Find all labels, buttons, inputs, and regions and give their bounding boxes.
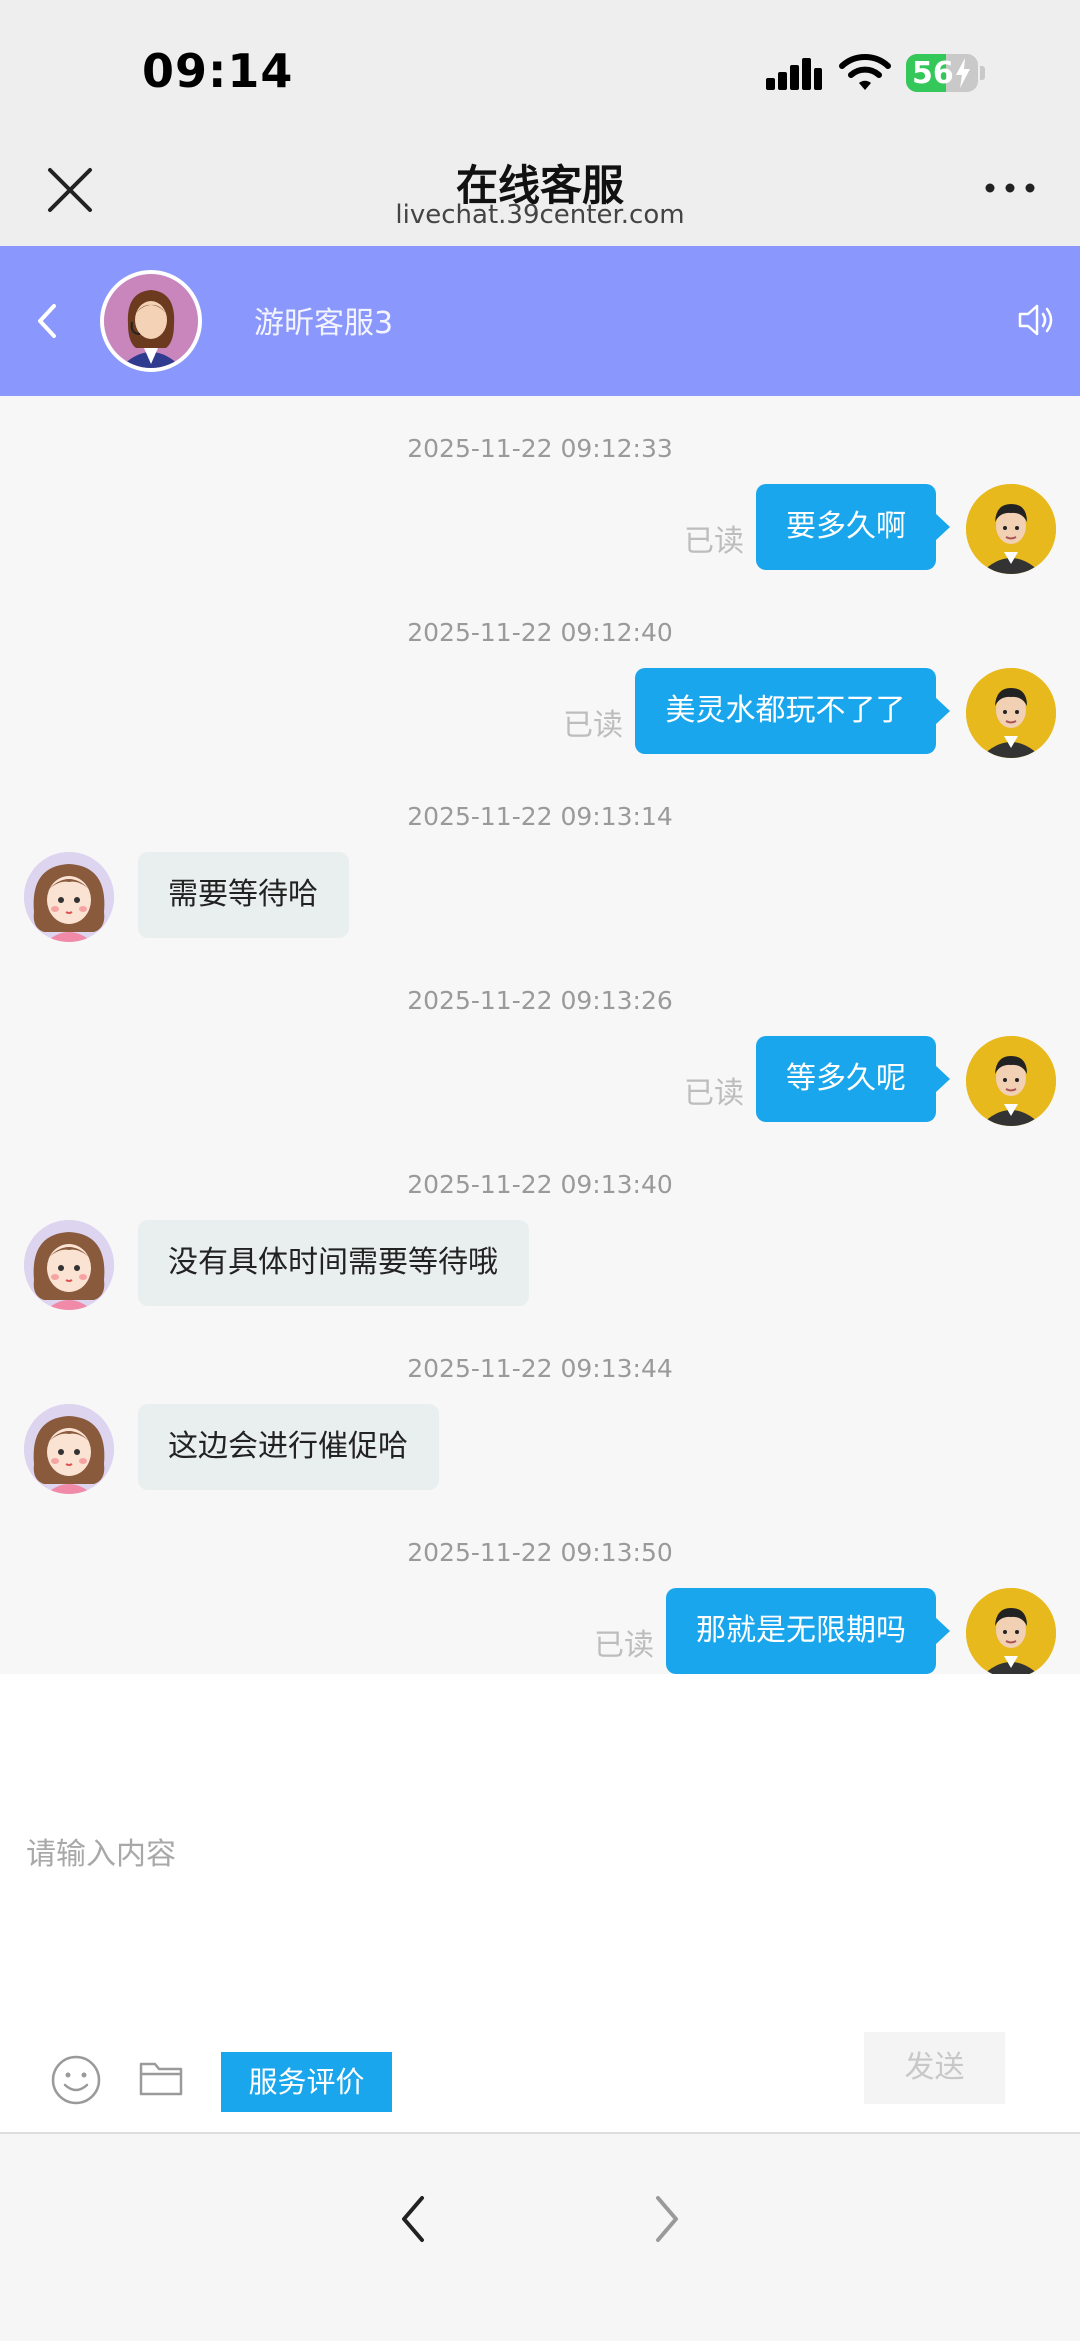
signal-icon <box>766 58 822 90</box>
more-icon[interactable] <box>980 176 1040 200</box>
agent-message-avatar <box>24 1220 114 1310</box>
message-timestamp: 2025-11-22 09:13:14 <box>407 802 673 831</box>
battery-charging-icon: 56 <box>906 54 978 92</box>
back-chevron-icon[interactable] <box>28 296 64 346</box>
agent-avatar <box>100 270 202 372</box>
read-status: 已读 <box>684 1076 744 1111</box>
user-avatar <box>966 484 1056 574</box>
message-bubble-mine[interactable]: 要多久啊 <box>756 484 950 570</box>
message-bubble-agent[interactable]: 没有具体时间需要等待哦 <box>138 1220 529 1306</box>
read-status: 已读 <box>684 524 744 559</box>
message-bubble-agent[interactable]: 需要等待哈 <box>138 852 349 938</box>
composer: 服务评价 发送 <box>0 1674 1080 2132</box>
message-bubble-mine[interactable]: 等多久呢 <box>756 1036 950 1122</box>
read-status: 已读 <box>563 708 623 743</box>
speaker-icon[interactable] <box>1016 300 1056 340</box>
status-bar: 09:14 56 <box>0 0 1080 140</box>
emoji-icon[interactable] <box>50 2054 102 2106</box>
message-timestamp: 2025-11-22 09:13:44 <box>407 1354 673 1383</box>
nav-forward-icon[interactable] <box>650 2192 684 2246</box>
message-timestamp: 2025-11-22 09:12:33 <box>407 434 673 463</box>
user-avatar <box>966 668 1056 758</box>
agent-message-avatar <box>24 852 114 942</box>
message-timestamp: 2025-11-22 09:12:40 <box>407 618 673 647</box>
nav-back-icon[interactable] <box>396 2192 430 2246</box>
user-avatar <box>966 1036 1056 1126</box>
message-bubble-agent[interactable]: 这边会进行催促哈 <box>138 1404 439 1490</box>
message-timestamp: 2025-11-22 09:13:26 <box>407 986 673 1015</box>
user-avatar <box>966 1588 1056 1678</box>
charging-bolt-icon <box>956 58 970 88</box>
status-time: 09:14 <box>142 44 294 98</box>
chat-header: 游昕客服3 <box>0 246 1080 396</box>
message-timestamp: 2025-11-22 09:13:50 <box>407 1538 673 1567</box>
message-bubble-mine[interactable]: 美灵水都玩不了了 <box>635 668 950 754</box>
message-timestamp: 2025-11-22 09:13:40 <box>407 1170 673 1199</box>
folder-icon[interactable] <box>138 2058 184 2098</box>
wifi-icon <box>839 54 891 90</box>
battery-percent: 56 <box>912 56 954 91</box>
agent-message-avatar <box>24 1404 114 1494</box>
browser-bottom-nav <box>0 2132 1080 2341</box>
message-bubble-mine[interactable]: 那就是无限期吗 <box>666 1588 950 1674</box>
message-input[interactable] <box>26 1824 1046 1884</box>
service-rating-button[interactable]: 服务评价 <box>221 2052 392 2112</box>
send-button[interactable]: 发送 <box>864 2032 1005 2104</box>
page-url: livechat.39center.com <box>395 200 685 230</box>
read-status: 已读 <box>594 1628 654 1663</box>
message-list[interactable]: 2025-11-22 09:12:33 已读 要多久啊 2025-11-22 0… <box>0 396 1080 1678</box>
battery-tip <box>980 66 985 80</box>
browser-header: 在线客服 livechat.39center.com <box>0 140 1080 246</box>
agent-name: 游昕客服3 <box>254 306 394 341</box>
